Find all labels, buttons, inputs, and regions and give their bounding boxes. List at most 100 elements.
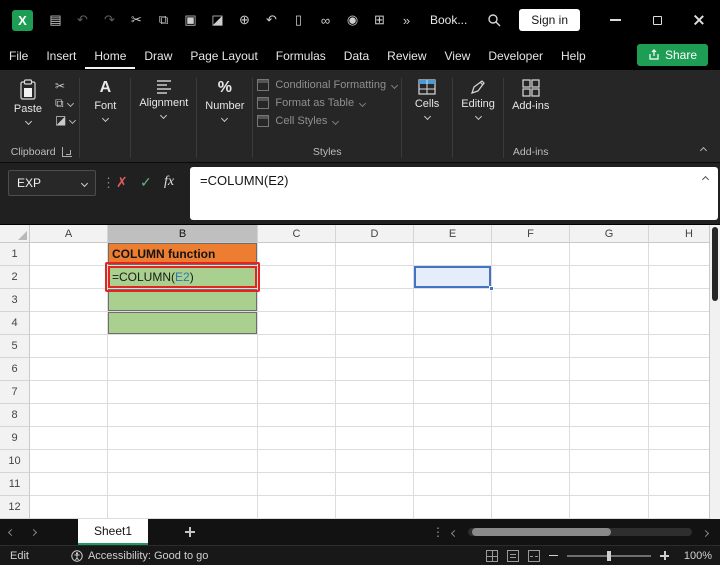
zoom-in-icon[interactable]	[660, 551, 669, 560]
zoom-slider-thumb[interactable]	[607, 550, 611, 561]
column-header-B[interactable]: B	[108, 225, 258, 243]
cancel-icon[interactable]: ✗	[116, 174, 128, 191]
close-button[interactable]	[678, 0, 720, 40]
cell-F11[interactable]	[492, 473, 570, 496]
row-header-12[interactable]: 12	[0, 496, 30, 519]
cell-styles-button[interactable]: Cell Styles	[257, 115, 397, 127]
row-header-1[interactable]: 1	[0, 243, 30, 266]
paste-icon[interactable]: ▣	[177, 12, 204, 28]
formula-input[interactable]: =COLUMN(E2)	[190, 167, 718, 220]
cell-B6[interactable]	[108, 358, 258, 381]
column-header-E[interactable]: E	[414, 225, 492, 243]
insert-function-icon[interactable]: fx	[164, 174, 174, 190]
enter-icon[interactable]: ✓	[140, 174, 152, 191]
save-icon[interactable]: ▤	[42, 12, 69, 28]
alignment-button[interactable]: Alignment	[135, 75, 192, 120]
cell-G6[interactable]	[570, 358, 649, 381]
column-header-A[interactable]: A	[30, 225, 108, 243]
redo-icon[interactable]: ↷	[96, 12, 123, 28]
cell-E6[interactable]	[414, 358, 492, 381]
cell-C12[interactable]	[258, 496, 336, 519]
column-header-F[interactable]: F	[492, 225, 570, 243]
undo-history-icon[interactable]: ↶	[258, 12, 285, 28]
sheet-options-icon[interactable]: ⋮	[432, 525, 444, 539]
cell-A9[interactable]	[30, 427, 108, 450]
cell-A7[interactable]	[30, 381, 108, 404]
cell-F4[interactable]	[492, 312, 570, 335]
normal-view-icon[interactable]	[486, 549, 498, 562]
cell-C3[interactable]	[258, 289, 336, 312]
row-header-5[interactable]: 5	[0, 335, 30, 358]
cell-C1[interactable]	[258, 243, 336, 266]
menu-view[interactable]: View	[436, 42, 480, 69]
font-button[interactable]: A Font	[84, 75, 126, 123]
cell-D8[interactable]	[336, 404, 414, 427]
scroll-left-icon[interactable]	[450, 523, 459, 541]
cell-B1[interactable]: COLUMN function	[108, 243, 258, 266]
cell-F5[interactable]	[492, 335, 570, 358]
camera-icon[interactable]: ◉	[339, 12, 366, 28]
format-painter-button[interactable]: ◪	[55, 114, 77, 126]
cell-C11[interactable]	[258, 473, 336, 496]
page-break-view-icon[interactable]	[528, 549, 540, 562]
cell-F1[interactable]	[492, 243, 570, 266]
cell-C5[interactable]	[258, 335, 336, 358]
cell-B9[interactable]	[108, 427, 258, 450]
table-icon[interactable]: ⊞	[366, 12, 393, 28]
cell-A10[interactable]	[30, 450, 108, 473]
column-header-G[interactable]: G	[570, 225, 649, 243]
number-button[interactable]: % Number	[201, 75, 248, 123]
cell-E2[interactable]	[414, 266, 494, 291]
cell-B11[interactable]	[108, 473, 258, 496]
cell-F9[interactable]	[492, 427, 570, 450]
collapse-ribbon-icon[interactable]	[699, 146, 708, 155]
cell-C6[interactable]	[258, 358, 336, 381]
zoom-slider[interactable]	[567, 550, 651, 561]
row-header-8[interactable]: 8	[0, 404, 30, 427]
menu-help[interactable]: Help	[552, 42, 595, 69]
menu-insert[interactable]: Insert	[37, 42, 85, 69]
cell-B10[interactable]	[108, 450, 258, 473]
editing-button[interactable]: Editing	[457, 75, 499, 121]
cell-A1[interactable]	[30, 243, 108, 266]
collapse-formula-bar-icon[interactable]	[701, 175, 710, 184]
cell-F2[interactable]	[492, 266, 570, 289]
cell-B5[interactable]	[108, 335, 258, 358]
cells-button[interactable]: Cells	[406, 75, 448, 121]
cell-E8[interactable]	[414, 404, 492, 427]
cell-C10[interactable]	[258, 450, 336, 473]
cell-B7[interactable]	[108, 381, 258, 404]
cell-G4[interactable]	[570, 312, 649, 335]
cell-F10[interactable]	[492, 450, 570, 473]
sign-in-button[interactable]: Sign in	[519, 9, 580, 31]
menu-data[interactable]: Data	[335, 42, 378, 69]
row-header-9[interactable]: 9	[0, 427, 30, 450]
document-icon[interactable]: ▯	[285, 12, 312, 28]
name-box[interactable]: EXP	[8, 170, 96, 196]
cell-A5[interactable]	[30, 335, 108, 358]
cell-E9[interactable]	[414, 427, 492, 450]
format-as-table-button[interactable]: Format as Table	[257, 97, 397, 109]
cell-F3[interactable]	[492, 289, 570, 312]
cell-D6[interactable]	[336, 358, 414, 381]
cell-E3[interactable]	[414, 289, 492, 312]
menu-home[interactable]: Home	[85, 42, 136, 69]
paste-button[interactable]: Paste	[7, 75, 49, 126]
cell-C9[interactable]	[258, 427, 336, 450]
cell-F8[interactable]	[492, 404, 570, 427]
share-button[interactable]: Share	[636, 44, 708, 66]
column-header-C[interactable]: C	[258, 225, 336, 243]
cell-A8[interactable]	[30, 404, 108, 427]
cell-A2[interactable]	[30, 266, 108, 289]
cell-E5[interactable]	[414, 335, 492, 358]
cell-D5[interactable]	[336, 335, 414, 358]
cell-F6[interactable]	[492, 358, 570, 381]
sheet-tab-sheet1[interactable]: Sheet1	[78, 519, 149, 545]
cell-E10[interactable]	[414, 450, 492, 473]
row-header-7[interactable]: 7	[0, 381, 30, 404]
row-header-6[interactable]: 6	[0, 358, 30, 381]
dialog-launcher-icon[interactable]	[61, 147, 72, 157]
cell-E7[interactable]	[414, 381, 492, 404]
scroll-right-icon[interactable]	[701, 523, 710, 541]
cut-icon[interactable]: ✂	[123, 12, 150, 28]
